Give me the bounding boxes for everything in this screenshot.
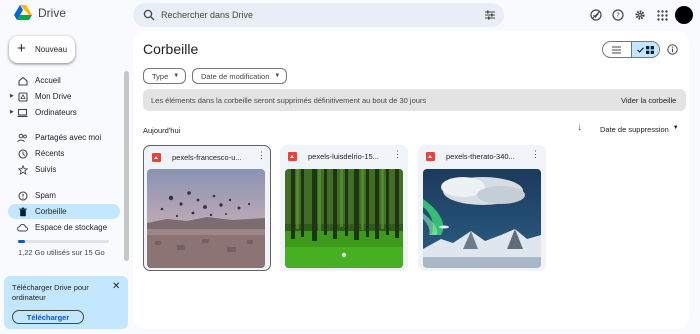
more-options-icon[interactable]: ⋮ (393, 150, 402, 159)
main-panel: Corbeille Type ▼ Date de modification ▼ … (133, 31, 689, 329)
sort-label: Date de suppression (600, 125, 669, 134)
sidebar-item-computers[interactable]: ▶ Ordinateurs (8, 105, 120, 120)
sidebar-item-label: Suivis (35, 165, 57, 174)
view-toggle[interactable] (602, 41, 660, 58)
spam-icon (17, 190, 28, 201)
sidebar-item-trash[interactable]: Corbeille (8, 204, 120, 219)
chevron-down-icon: ▼ (672, 125, 679, 131)
search-options-icon[interactable] (484, 9, 496, 21)
top-bar: Drive ? (0, 0, 700, 30)
sidebar-item-recent[interactable]: Récents (8, 146, 120, 161)
more-options-icon[interactable]: ⋮ (257, 151, 266, 160)
clock-icon (17, 148, 28, 159)
search-bar[interactable] (133, 3, 504, 27)
close-icon[interactable]: ✕ (112, 281, 120, 292)
more-options-icon[interactable]: ⋮ (531, 150, 540, 159)
file-card[interactable]: pexels-therato-340... ⋮ (418, 145, 546, 271)
sidebar-item-label: Mon Drive (35, 92, 72, 101)
grid-icon (645, 45, 654, 54)
shared-icon (17, 132, 28, 143)
image-file-icon (426, 152, 435, 161)
sort-direction-icon[interactable]: ↓ (577, 122, 582, 133)
file-card[interactable]: pexels-luisdelrio-15... ⋮ (280, 145, 408, 271)
sidebar-item-label: Espace de stockage (35, 223, 108, 232)
expand-caret-icon[interactable]: ▶ (10, 109, 14, 115)
plus-icon: + (17, 40, 26, 57)
star-icon (17, 164, 28, 175)
sidebar-item-shared[interactable]: Partagés avec moi (8, 130, 120, 145)
file-card[interactable]: pexels-francesco-u... ⋮ (143, 145, 271, 271)
image-file-icon (152, 153, 161, 162)
help-icon[interactable]: ? (611, 8, 625, 22)
sidebar-item-label: Partagés avec moi (35, 133, 102, 142)
page-title: Corbeille (143, 41, 199, 57)
file-thumbnail (147, 169, 265, 268)
chevron-down-icon: ▼ (173, 73, 180, 79)
sidebar-item-label: Corbeille (35, 207, 67, 216)
svg-text:?: ? (616, 12, 620, 20)
trash-icon (17, 206, 28, 217)
sidebar-item-label: Spam (35, 191, 56, 200)
my-drive-icon (17, 91, 28, 102)
sidebar-item-label: Accueil (35, 76, 61, 85)
sidebar-item-label: Récents (35, 149, 65, 158)
file-name: pexels-francesco-u... (172, 153, 242, 162)
grid-view-button[interactable] (630, 42, 659, 57)
modified-date-filter[interactable]: Date de modification ▼ (192, 68, 288, 84)
type-filter[interactable]: Type ▼ (143, 68, 187, 84)
new-button[interactable]: + Nouveau (9, 36, 75, 63)
offline-status-icon[interactable] (589, 8, 603, 22)
cloud-icon (17, 222, 28, 233)
empty-trash-button[interactable]: Vider la corbeille (619, 94, 678, 107)
check-icon (637, 46, 644, 53)
file-name: pexels-luisdelrio-15... (308, 152, 379, 161)
sidebar-item-my-drive[interactable]: ▶ Mon Drive (8, 89, 120, 104)
storage-progress-fill (18, 240, 26, 243)
account-avatar[interactable] (675, 6, 693, 24)
drive-logo-icon (14, 5, 32, 20)
image-file-icon (288, 152, 297, 161)
trash-info-banner: Les éléments dans la corbeille seront su… (143, 89, 686, 111)
expand-caret-icon[interactable]: ▶ (10, 93, 14, 99)
new-button-label: Nouveau (35, 45, 68, 54)
list-icon (612, 45, 622, 54)
app-name: Drive (38, 6, 67, 20)
filter-label: Type (152, 71, 169, 81)
file-thumbnail (285, 169, 403, 268)
settings-icon[interactable] (633, 8, 647, 22)
sidebar-item-label: Ordinateurs (35, 108, 77, 117)
info-icon[interactable] (667, 44, 678, 55)
file-thumbnail (423, 169, 541, 268)
desktop-promo: Télécharger Drive pour ordinateur ✕ Télé… (4, 276, 128, 329)
file-card-header: pexels-luisdelrio-15... ⋮ (280, 145, 408, 167)
sidebar-scrollbar[interactable] (124, 71, 129, 261)
file-name: pexels-therato-340... (446, 152, 515, 161)
drive-logo[interactable]: Drive (14, 5, 66, 21)
computer-icon (17, 107, 28, 118)
section-heading: Aujourd'hui (143, 126, 181, 135)
filter-label: Date de modification (201, 71, 270, 81)
sidebar-item-home[interactable]: Accueil (8, 73, 120, 88)
sort-selector[interactable]: Date de suppression ▼ (600, 125, 679, 134)
list-view-button[interactable] (603, 42, 631, 57)
apps-grid-icon[interactable] (655, 8, 669, 22)
banner-text: Les éléments dans la corbeille seront su… (151, 96, 427, 105)
storage-progress-bar (18, 240, 109, 243)
search-icon[interactable] (143, 9, 155, 21)
file-card-header: pexels-francesco-u... ⋮ (144, 146, 270, 168)
sidebar-item-spam[interactable]: Spam (8, 188, 120, 203)
home-icon (17, 75, 28, 86)
file-card-header: pexels-therato-340... ⋮ (418, 145, 546, 167)
sidebar-item-storage[interactable]: Espace de stockage (8, 220, 120, 235)
storage-usage-text: 1,22 Go utilisés sur 15 Go (18, 248, 105, 257)
sidebar-item-starred[interactable]: Suivis (8, 162, 120, 177)
promo-text: Télécharger Drive pour ordinateur (12, 283, 89, 302)
search-input[interactable] (161, 7, 461, 23)
download-button[interactable]: Télécharger (12, 310, 84, 324)
chevron-down-icon: ▼ (274, 73, 281, 79)
